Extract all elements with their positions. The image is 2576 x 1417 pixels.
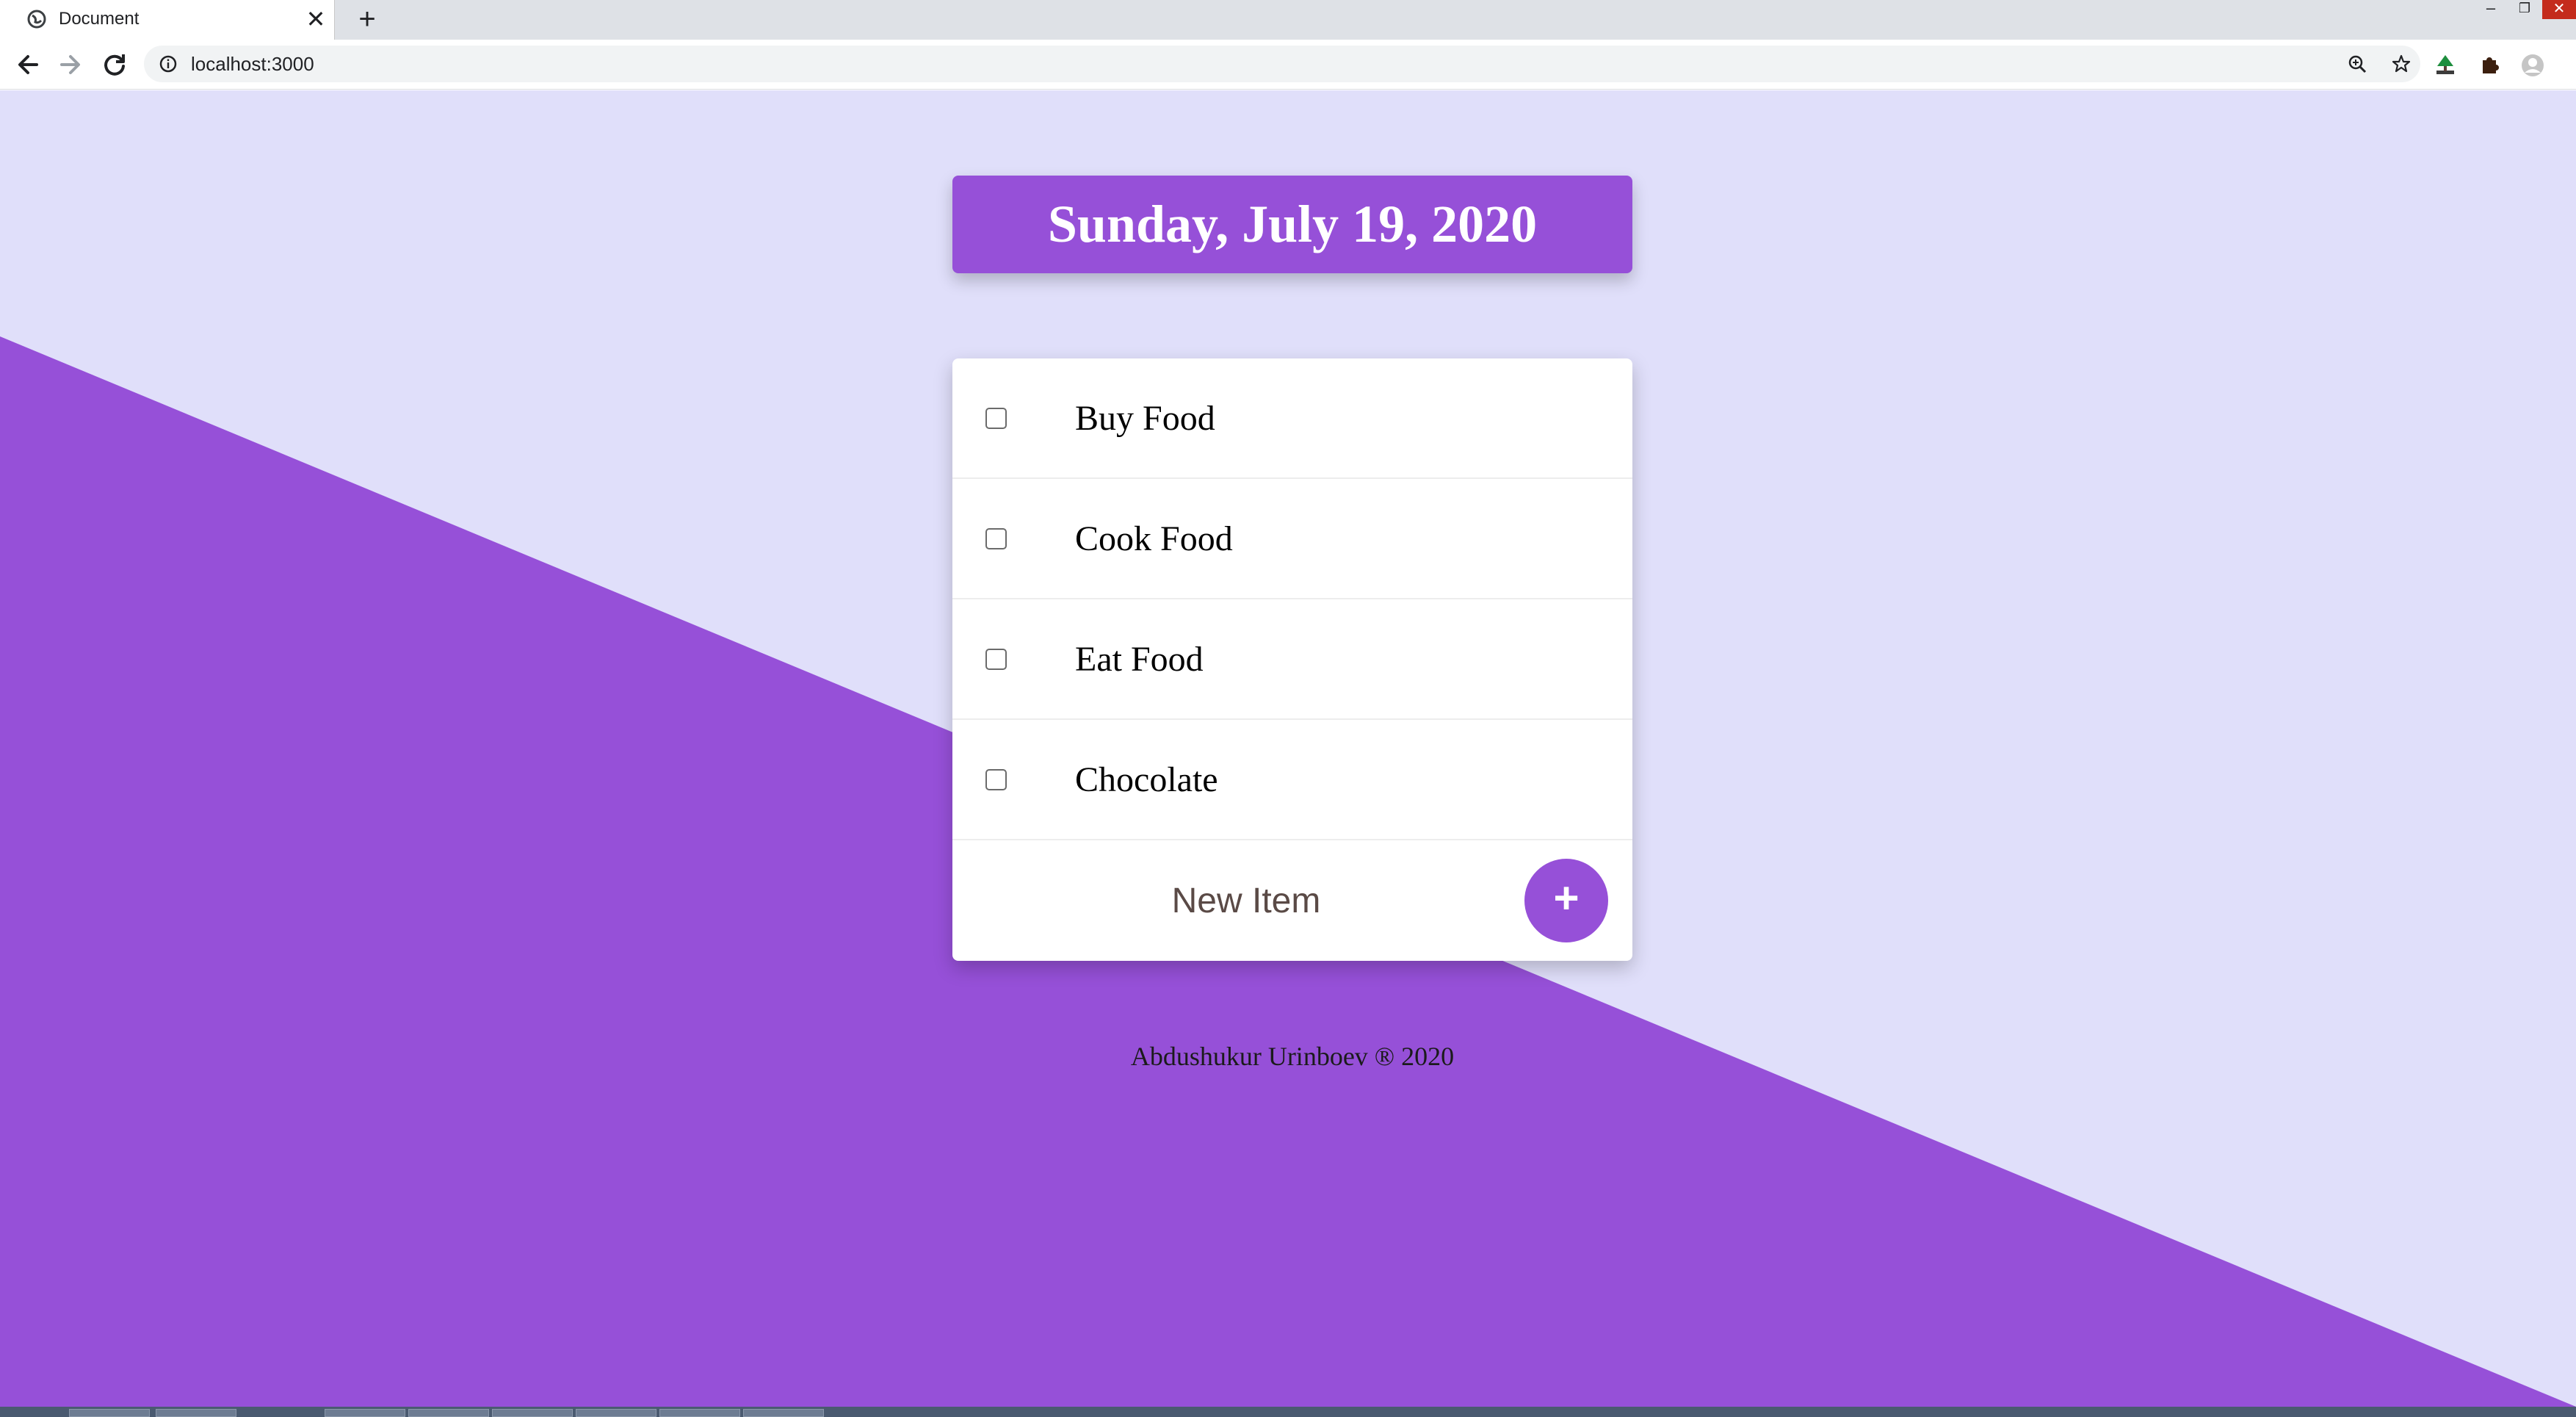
new-item-form: + <box>952 840 1632 961</box>
date-heading-box: Sunday, July 19, 2020 <box>952 176 1632 273</box>
taskbar-item[interactable] <box>492 1409 573 1417</box>
restore-button[interactable]: ❐ <box>2508 0 2541 19</box>
taskbar-item[interactable] <box>156 1409 236 1417</box>
page-viewport: Sunday, July 19, 2020 Buy Food Cook Food… <box>0 90 2576 1407</box>
tab-title: Document <box>59 9 140 29</box>
zoom-icon[interactable] <box>2347 54 2367 74</box>
browser-tab[interactable]: Document ✕ <box>0 0 335 40</box>
new-tab-button[interactable]: + <box>351 3 383 35</box>
new-item-input[interactable] <box>1004 874 1488 927</box>
browser-toolbar: localhost:3000 <box>0 40 2576 90</box>
todo-list-card: Buy Food Cook Food Eat Food Chocolate + <box>952 358 1632 961</box>
taskbar-item[interactable] <box>325 1409 405 1417</box>
item-label: Buy Food <box>1075 399 1215 438</box>
taskbar-item[interactable] <box>659 1409 740 1417</box>
add-item-button[interactable]: + <box>1524 859 1608 942</box>
info-icon[interactable] <box>159 54 178 73</box>
forward-arrow-icon[interactable] <box>53 47 88 82</box>
extension-tree-icon[interactable] <box>2433 53 2458 78</box>
minimize-button[interactable]: – <box>2475 0 2507 19</box>
extensions-puzzle-icon[interactable] <box>2477 53 2502 78</box>
profile-avatar-icon[interactable] <box>2520 53 2545 78</box>
url-text[interactable]: localhost:3000 <box>191 52 314 76</box>
reload-icon[interactable] <box>97 47 132 82</box>
item-label: Cook Food <box>1075 519 1233 558</box>
address-bar[interactable]: localhost:3000 <box>144 46 2420 82</box>
item-checkbox[interactable] <box>985 649 1007 670</box>
footer-copyright: Abdushukur Urinboev ® 2020 <box>1130 1042 1455 1071</box>
globe-icon <box>27 10 46 29</box>
list-item: Eat Food <box>952 599 1632 720</box>
taskbar-item[interactable] <box>408 1409 489 1417</box>
item-label: Chocolate <box>1075 760 1218 799</box>
item-label: Eat Food <box>1075 640 1204 679</box>
taskbar-item[interactable] <box>69 1409 150 1417</box>
browser-tab-bar: Document ✕ + – ❐ ✕ <box>0 0 2576 40</box>
item-checkbox[interactable] <box>985 408 1007 429</box>
list-item: Cook Food <box>952 479 1632 599</box>
list-item: Chocolate <box>952 720 1632 840</box>
bookmark-star-icon[interactable] <box>2391 54 2412 74</box>
date-heading: Sunday, July 19, 2020 <box>1047 195 1538 253</box>
window-close-button[interactable]: ✕ <box>2542 0 2576 19</box>
back-arrow-icon[interactable] <box>10 47 46 82</box>
tab-close-button[interactable]: ✕ <box>304 6 328 32</box>
item-checkbox[interactable] <box>985 769 1007 790</box>
taskbar-item[interactable] <box>576 1409 656 1417</box>
list-item: Buy Food <box>952 358 1632 479</box>
taskbar-item[interactable] <box>743 1409 824 1417</box>
os-taskbar <box>0 1407 2576 1417</box>
item-checkbox[interactable] <box>985 528 1007 549</box>
